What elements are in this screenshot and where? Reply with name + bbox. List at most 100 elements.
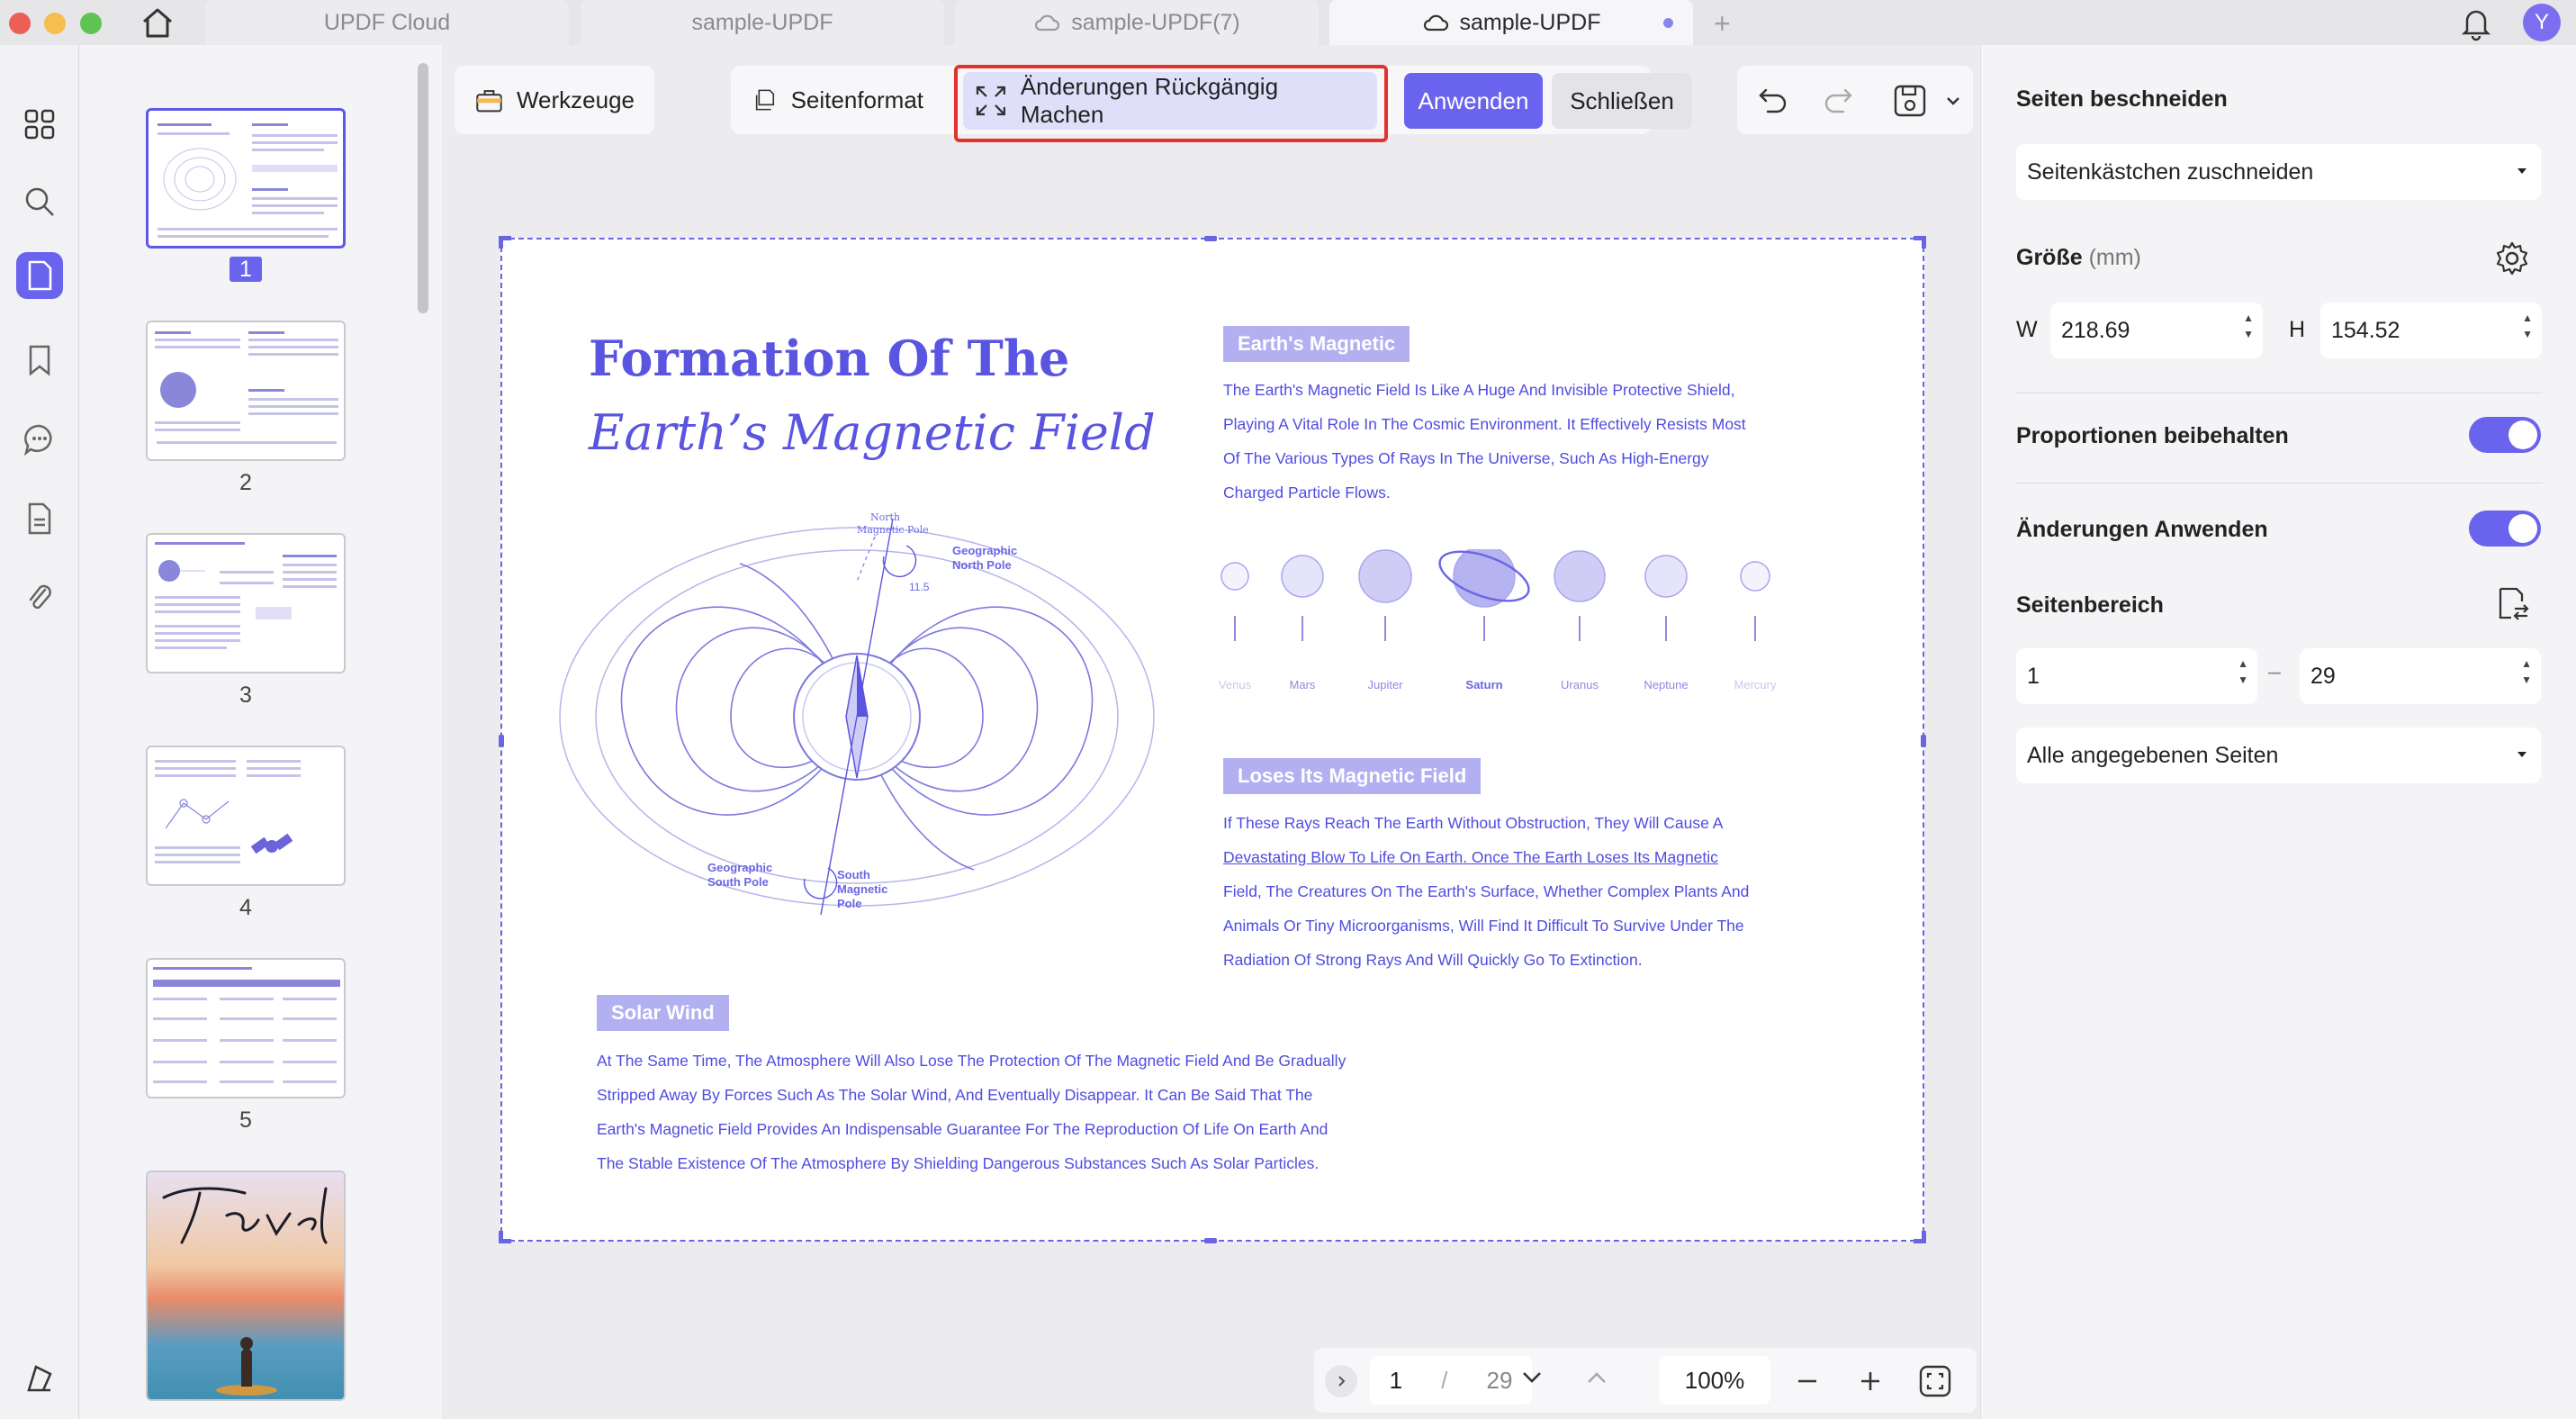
save-icon[interactable] xyxy=(1890,81,1930,121)
planet-label: Jupiter xyxy=(1367,678,1403,691)
page-thumbnail[interactable] xyxy=(146,1170,346,1401)
zoom-in-icon[interactable] xyxy=(1854,1365,1887,1397)
settings-icon[interactable] xyxy=(2493,240,2531,277)
width-stepper[interactable]: ▲ ▼ xyxy=(2243,310,2254,342)
crop-handle-top-left[interactable] xyxy=(499,236,511,249)
tab-updf-cloud[interactable]: UPDF Cloud xyxy=(205,0,569,45)
previous-page-chevron-up-icon[interactable] xyxy=(1582,1363,1611,1392)
fit-page-icon[interactable] xyxy=(1917,1363,1953,1399)
tab-sample-updf-active[interactable]: sample-UPDF xyxy=(1329,0,1693,45)
svg-text:Geographic: Geographic xyxy=(952,544,1017,557)
planet-label: Mercury xyxy=(1734,678,1777,691)
range-from-input[interactable]: 1 ▲ ▼ xyxy=(2016,648,2257,704)
thumbnails-icon[interactable] xyxy=(16,101,63,148)
page-number-field[interactable]: 1 / 29 xyxy=(1370,1356,1532,1405)
page-range-icon[interactable] xyxy=(2495,585,2531,623)
crop-mode-select[interactable]: Seitenkästchen zuschneiden xyxy=(2016,144,2541,200)
range-from-stepper[interactable]: ▲ ▼ xyxy=(2238,655,2248,688)
svg-text:Magnetic: Magnetic xyxy=(837,882,887,896)
text-line: Animals Or Tiny Microorganisms, Will Fin… xyxy=(1223,917,1744,935)
height-input[interactable]: 154.52 ▲ ▼ xyxy=(2320,303,2542,358)
text-line: The Earth's Magnetic Field Is Like A Hug… xyxy=(1223,381,1735,399)
text-line: Playing A Vital Role In The Cosmic Envir… xyxy=(1223,415,1746,433)
page-thumbnail[interactable] xyxy=(146,108,346,249)
avatar-letter: Y xyxy=(2534,10,2549,34)
current-page: 1 xyxy=(1389,1366,1403,1394)
title-bar: UPDF Cloud sample-UPDF sample-UPDF(7) sa… xyxy=(0,0,2576,45)
home-icon[interactable] xyxy=(139,5,176,40)
travel-script-image xyxy=(162,1187,328,1244)
zoom-out-icon[interactable] xyxy=(1791,1365,1824,1397)
apply-changes-toggle[interactable] xyxy=(2469,511,2541,547)
page-format-button[interactable]: Seitenformat xyxy=(734,68,943,131)
redo-icon[interactable] xyxy=(1820,83,1856,119)
apply-button[interactable]: Anwenden xyxy=(1404,73,1543,129)
keep-proportions-toggle[interactable] xyxy=(2469,417,2541,453)
minimize-window-button[interactable] xyxy=(44,13,66,34)
height-value: 154.52 xyxy=(2331,317,2400,343)
page-thumbnail[interactable] xyxy=(146,533,346,673)
collapse-pager-button[interactable] xyxy=(1325,1365,1357,1397)
keep-proportions-label: Proportionen beibehalten xyxy=(2016,423,2289,448)
svg-text:South Pole: South Pole xyxy=(707,875,769,889)
page-range-heading: Seitenbereich xyxy=(2016,592,2164,618)
avatar[interactable]: Y xyxy=(2523,4,2561,41)
crop-mode-value: Seitenkästchen zuschneiden xyxy=(2027,158,2314,185)
text-line: Of The Various Types Of Rays In The Univ… xyxy=(1223,449,1709,467)
undo-icon[interactable] xyxy=(1755,83,1791,119)
svg-text:Pole: Pole xyxy=(837,897,861,910)
close-label: Schließen xyxy=(1570,86,1674,114)
close-window-button[interactable] xyxy=(9,13,31,34)
tab-sample-updf-7[interactable]: sample-UPDF(7) xyxy=(955,0,1319,45)
close-button[interactable]: Schließen xyxy=(1552,73,1692,129)
doc-title-line2: Earth’s Magnetic Field xyxy=(589,404,1156,461)
svg-text:11.5: 11.5 xyxy=(909,581,930,593)
total-pages: 29 xyxy=(1486,1366,1513,1394)
zoom-field[interactable]: 100% xyxy=(1659,1356,1770,1405)
next-page-chevron-down-icon[interactable] xyxy=(1518,1363,1546,1392)
svg-text:Magnetic Pole: Magnetic Pole xyxy=(857,524,929,536)
thumbnail-page-number: 4 xyxy=(239,895,252,920)
document-icon[interactable] xyxy=(16,495,63,542)
undo-changes-button[interactable]: Änderungen Rückgängig Machen xyxy=(963,72,1377,130)
expand-corners-icon xyxy=(976,86,1005,116)
page-icon[interactable] xyxy=(16,252,63,299)
crop-handle-left[interactable] xyxy=(499,735,504,747)
planet-label: Neptune xyxy=(1644,678,1689,691)
layers-icon[interactable] xyxy=(16,1356,63,1403)
range-to-input[interactable]: 29 ▲ ▼ xyxy=(2300,648,2541,704)
range-mode-select[interactable]: Alle angegebenen Seiten xyxy=(2016,728,2541,783)
doc-title-line1: Formation Of The xyxy=(589,330,1070,387)
bell-icon[interactable] xyxy=(2459,5,2493,41)
page-thumbnail[interactable] xyxy=(146,321,346,461)
dropdown-caret-icon xyxy=(2517,752,2526,757)
crop-handle-top-right[interactable] xyxy=(1914,236,1926,249)
chevron-right-icon xyxy=(1338,1376,1346,1387)
thumbnail-scrollbar-thumb[interactable] xyxy=(418,63,428,313)
apply-label: Anwenden xyxy=(1418,86,1529,114)
save-options-chevron-icon[interactable] xyxy=(1942,90,1964,112)
attachment-icon[interactable] xyxy=(16,574,63,621)
crop-handle-bottom-right[interactable] xyxy=(1914,1231,1926,1243)
new-tab-button[interactable]: + xyxy=(1714,7,1731,41)
text-line: Radiation Of Strong Rays And Will Quickl… xyxy=(1223,951,1643,969)
crop-handle-bottom[interactable] xyxy=(1204,1238,1217,1243)
maximize-window-button[interactable] xyxy=(80,13,102,34)
text-line: Devastating Blow To Life On Earth. Once … xyxy=(1223,848,1718,866)
height-stepper[interactable]: ▲ ▼ xyxy=(2522,310,2533,342)
text-line: Stripped Away By Forces Such As The Sola… xyxy=(597,1086,1313,1104)
page-thumbnail[interactable] xyxy=(146,958,346,1098)
comment-icon[interactable] xyxy=(16,416,63,463)
range-to-stepper[interactable]: ▲ ▼ xyxy=(2521,655,2532,688)
search-icon[interactable] xyxy=(16,178,63,225)
range-to-value: 29 xyxy=(2310,663,2336,689)
tab-sample-updf[interactable]: sample-UPDF xyxy=(581,0,944,45)
crop-handle-top[interactable] xyxy=(1204,236,1217,241)
tools-button[interactable]: Werkzeuge xyxy=(455,66,654,134)
width-input[interactable]: 218.69 ▲ ▼ xyxy=(2050,303,2263,358)
crop-handle-right[interactable] xyxy=(1921,735,1926,747)
crop-handle-bottom-left[interactable] xyxy=(499,1231,511,1243)
tab-label: sample-UPDF(7) xyxy=(1071,9,1240,35)
page-thumbnail[interactable] xyxy=(146,746,346,886)
bookmark-icon[interactable] xyxy=(16,337,63,384)
